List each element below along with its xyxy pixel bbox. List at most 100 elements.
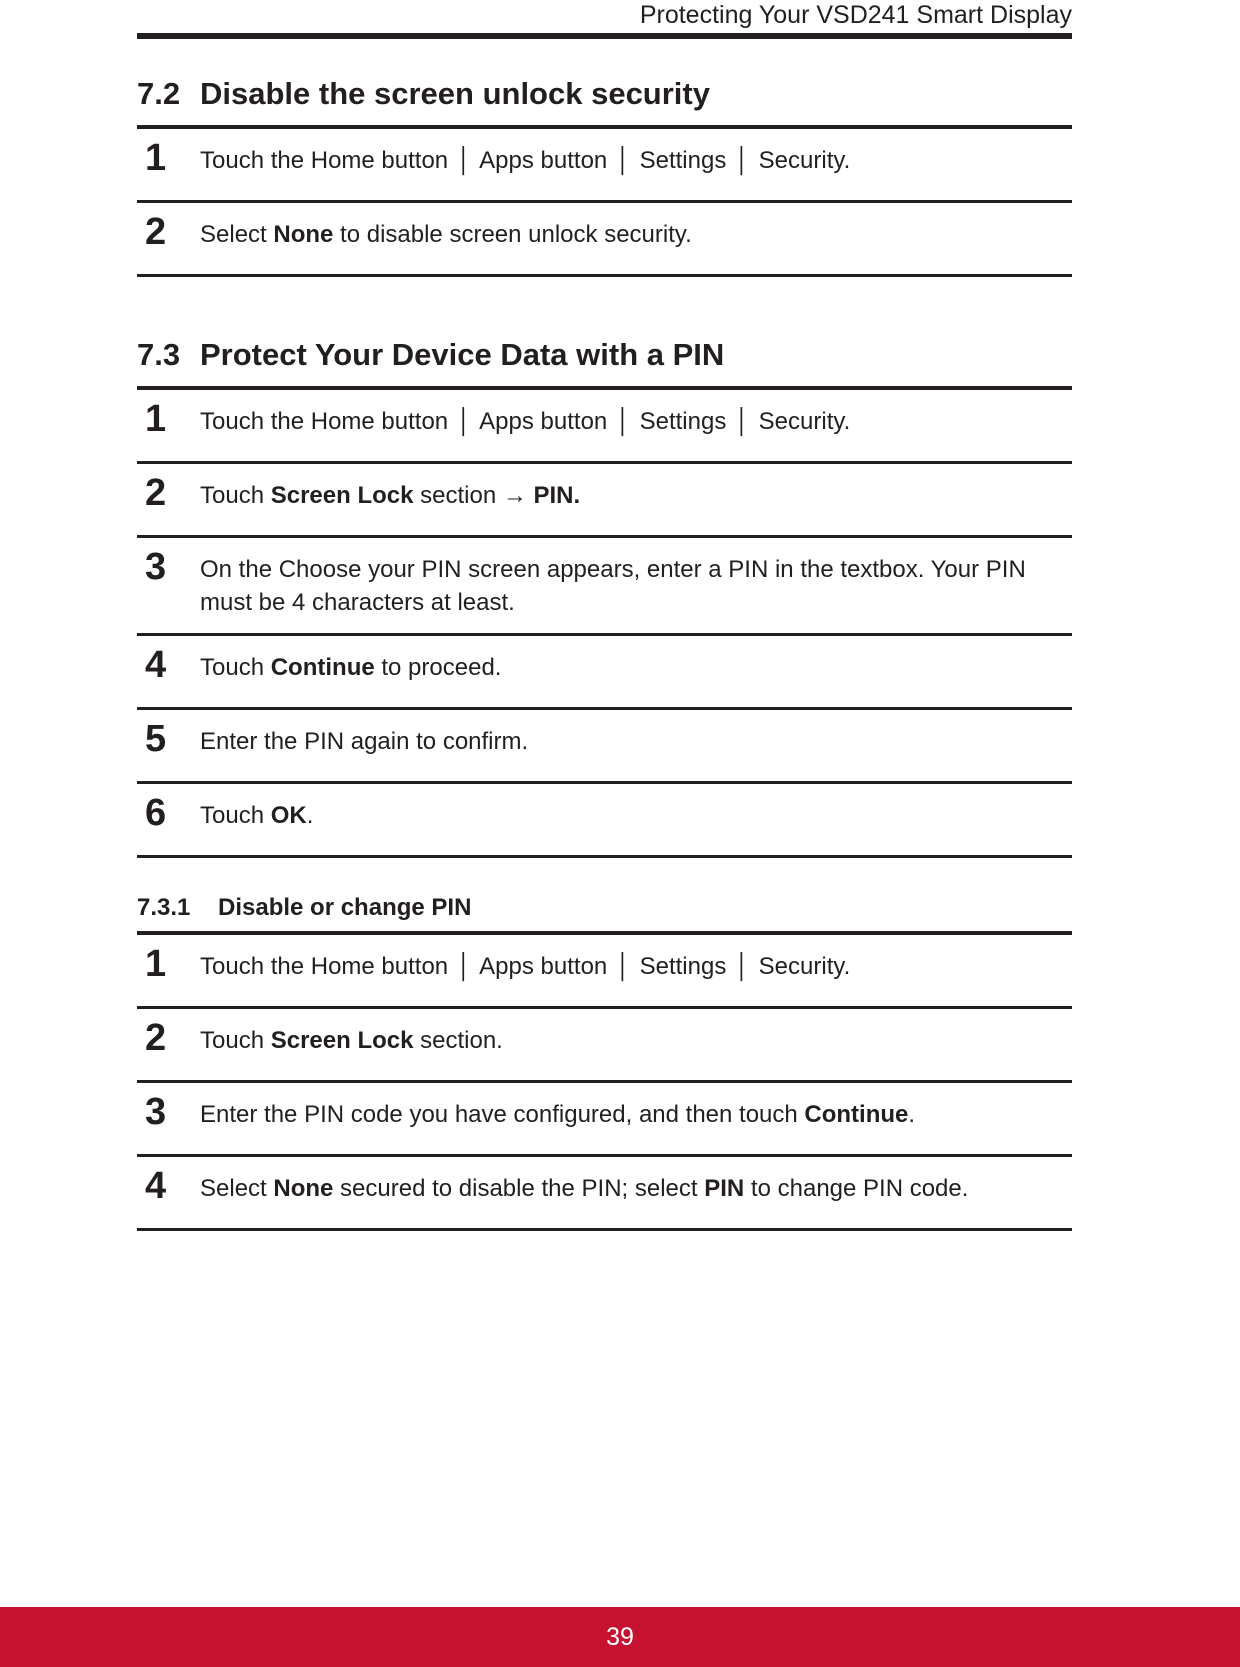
section-heading-7-3: 7.3 Protect Your Device Data with a PIN bbox=[137, 277, 1072, 386]
step-row: 4 Touch Continue to proceed. bbox=[137, 636, 1072, 707]
step-text: On the Choose your PIN screen appears, e… bbox=[200, 547, 1072, 619]
step-row: 2 Select None to disable screen unlock se… bbox=[137, 203, 1072, 274]
step-text-fragment: Touch bbox=[200, 1027, 271, 1054]
step-number: 6 bbox=[145, 792, 166, 834]
step-row: 5 Enter the PIN again to confirm. bbox=[137, 710, 1072, 781]
step-text-fragment: Screen Lock bbox=[270, 1027, 414, 1054]
step-text-fragment: to proceed. bbox=[374, 654, 502, 681]
step-number: 2 bbox=[145, 472, 166, 514]
step-text-fragment: None bbox=[273, 1175, 334, 1202]
page-number: 39 bbox=[606, 1623, 634, 1651]
step-list-7-3: 1 Touch the Home button │ Apps button │ S… bbox=[137, 390, 1072, 858]
step-text: Enter the PIN code you have configured, … bbox=[200, 1092, 1072, 1131]
step-text-fragment: On the Choose your PIN screen appears, e… bbox=[200, 556, 1026, 616]
step-row: 2 Touch Screen Lock section. bbox=[137, 1009, 1072, 1080]
step-number: 3 bbox=[145, 546, 166, 588]
separator-bar-icon: │ bbox=[615, 147, 631, 174]
step-row: 6 Touch OK. bbox=[137, 784, 1072, 855]
step-text-fragment: Apps button bbox=[473, 408, 614, 435]
step-text-fragment: Security. bbox=[752, 147, 851, 174]
section-title: Disable the screen unlock security bbox=[200, 76, 710, 111]
step-number: 1 bbox=[145, 398, 166, 440]
subsection-heading-7-3-1: 7.3.1 Disable or change PIN bbox=[137, 858, 1072, 931]
subsection-title: Disable or change PIN bbox=[218, 894, 472, 921]
step-text-fragment: . bbox=[908, 1101, 916, 1128]
step-text-fragment: Select bbox=[200, 1175, 274, 1202]
step-text: Touch Screen Lock section → PIN. bbox=[200, 473, 1072, 512]
step-text-fragment: Enter the PIN code you have configured, … bbox=[200, 1101, 805, 1128]
step-text: Touch the Home button │ Apps button │ Se… bbox=[200, 399, 1072, 438]
section-title: Protect Your Device Data with a PIN bbox=[200, 337, 725, 372]
step-text: Touch the Home button │ Apps button │ Se… bbox=[200, 944, 1072, 983]
step-number: 2 bbox=[145, 1017, 166, 1059]
step-row: 4 Select None secured to disable the PIN;… bbox=[137, 1157, 1072, 1228]
page-header: Protecting Your VSD241 Smart Display bbox=[137, 0, 1072, 33]
step-text-fragment: Screen Lock bbox=[270, 482, 414, 509]
step-text-fragment: Continue bbox=[804, 1101, 909, 1128]
step-text-fragment: Enter the PIN again to confirm. bbox=[200, 728, 529, 755]
subsection-number: 7.3.1 bbox=[137, 894, 191, 921]
separator-bar-icon: │ bbox=[735, 408, 750, 435]
step-separator-rule bbox=[137, 1228, 1072, 1231]
step-number: 5 bbox=[145, 718, 166, 760]
step-text-fragment: section. bbox=[413, 1027, 503, 1054]
step-text-fragment: Apps button bbox=[473, 953, 614, 980]
step-text-fragment: Touch bbox=[200, 654, 271, 681]
step-text: Touch Screen Lock section. bbox=[200, 1018, 1072, 1057]
step-text: Touch Continue to proceed. bbox=[200, 645, 1072, 684]
step-text-fragment: Touch the Home button bbox=[200, 953, 455, 980]
separator-bar-icon: │ bbox=[456, 408, 472, 435]
step-text-fragment: PIN. bbox=[533, 482, 581, 509]
separator-bar-icon: │ bbox=[456, 953, 472, 980]
step-text-fragment: Settings bbox=[632, 147, 733, 174]
step-text: Select None secured to disable the PIN; … bbox=[200, 1166, 1072, 1205]
step-list-7-3-1: 1 Touch the Home button │ Apps button │ S… bbox=[137, 935, 1072, 1231]
step-number: 1 bbox=[145, 943, 166, 985]
separator-bar-icon: │ bbox=[615, 408, 631, 435]
page-content: 7.2 Disable the screen unlock security 1… bbox=[137, 39, 1072, 1231]
footer-bar: 39 bbox=[0, 1607, 1240, 1667]
section-number: 7.3 bbox=[137, 337, 181, 372]
step-text-fragment: Touch bbox=[200, 482, 271, 509]
separator-bar-icon: │ bbox=[735, 953, 750, 980]
step-text-fragment: Settings bbox=[632, 953, 733, 980]
step-text-fragment: Apps button bbox=[473, 147, 614, 174]
step-text: Enter the PIN again to confirm. bbox=[200, 719, 1072, 758]
step-text-fragment: to disable screen unlock security. bbox=[333, 221, 692, 248]
step-text: Select None to disable screen unlock sec… bbox=[200, 212, 1072, 251]
step-list-7-2: 1 Touch the Home button │ Apps button │ S… bbox=[137, 129, 1072, 277]
step-number: 2 bbox=[145, 211, 166, 253]
section-number: 7.2 bbox=[137, 76, 181, 111]
running-header-title: Protecting Your VSD241 Smart Display bbox=[639, 1, 1072, 29]
step-text: Touch OK. bbox=[200, 793, 1072, 832]
step-number: 4 bbox=[145, 1165, 166, 1207]
step-text-fragment: OK bbox=[270, 802, 307, 829]
step-number: 3 bbox=[145, 1091, 166, 1133]
step-number: 4 bbox=[145, 644, 166, 686]
step-text-fragment: . bbox=[306, 802, 314, 829]
step-text-fragment: Security. bbox=[752, 953, 851, 980]
step-text-fragment: Touch the Home button bbox=[200, 408, 455, 435]
separator-bar-icon: │ bbox=[456, 147, 472, 174]
step-text: Touch the Home button │ Apps button │ Se… bbox=[200, 138, 1072, 177]
step-text-fragment: Settings bbox=[632, 408, 733, 435]
step-text-fragment: None bbox=[273, 221, 334, 248]
section-heading-7-2: 7.2 Disable the screen unlock security bbox=[137, 39, 1072, 125]
step-text-fragment: secured to disable the PIN; select bbox=[333, 1175, 705, 1202]
step-number: 1 bbox=[145, 137, 166, 179]
step-text-fragment: Select bbox=[200, 221, 274, 248]
step-text-fragment: PIN bbox=[704, 1175, 745, 1202]
separator-bar-icon: │ bbox=[735, 147, 750, 174]
step-text-fragment: to change PIN code. bbox=[744, 1175, 969, 1202]
step-row: 1 Touch the Home button │ Apps button │ S… bbox=[137, 129, 1072, 200]
step-row: 2 Touch Screen Lock section → PIN. bbox=[137, 464, 1072, 535]
separator-bar-icon: │ bbox=[615, 953, 631, 980]
step-row: 3 On the Choose your PIN screen appears, … bbox=[137, 538, 1072, 633]
step-row: 1 Touch the Home button │ Apps button │ S… bbox=[137, 390, 1072, 461]
step-text-fragment: section → bbox=[413, 482, 534, 509]
step-row: 1 Touch the Home button │ Apps button │ S… bbox=[137, 935, 1072, 1006]
step-text-fragment: Touch bbox=[200, 802, 271, 829]
step-row: 3 Enter the PIN code you have configured,… bbox=[137, 1083, 1072, 1154]
step-text-fragment: Security. bbox=[752, 408, 851, 435]
step-text-fragment: Touch the Home button bbox=[200, 147, 455, 174]
